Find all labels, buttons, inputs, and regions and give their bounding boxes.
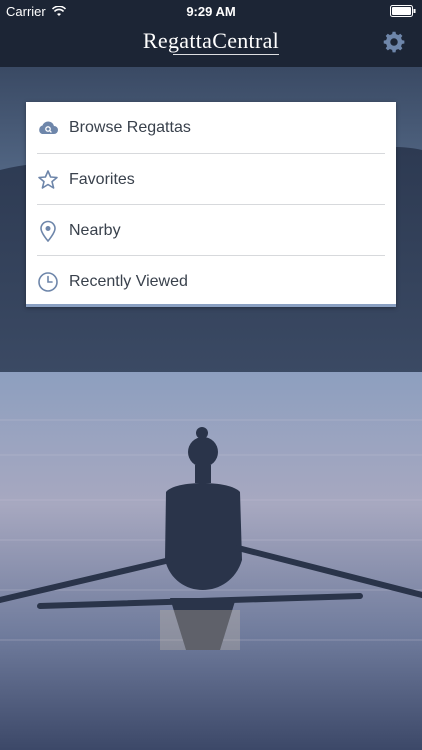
menu-item-recently-viewed[interactable]: Recently Viewed	[26, 256, 396, 307]
status-time: 9:29 AM	[186, 4, 236, 19]
status-bar: Carrier 9:29 AM	[0, 0, 422, 22]
star-icon	[37, 169, 59, 191]
battery-icon	[390, 5, 416, 17]
menu-item-label: Recently Viewed	[69, 272, 188, 290]
main-menu: Browse Regattas Favorites Nearby Recentl…	[26, 102, 396, 307]
app-logo: RegattaCentral	[0, 28, 422, 57]
menu-item-nearby[interactable]: Nearby	[26, 205, 396, 256]
app-screen: Carrier 9:29 AM RegattaCentral Browse Re…	[0, 0, 422, 750]
menu-item-label: Favorites	[69, 170, 135, 188]
menu-item-favorites[interactable]: Favorites	[26, 154, 396, 205]
gear-icon[interactable]	[380, 28, 408, 56]
cloud-search-icon	[37, 117, 59, 139]
navigation-bar: RegattaCentral	[0, 22, 422, 67]
map-pin-icon	[37, 220, 59, 242]
clock-icon	[37, 271, 59, 293]
top-bar: Carrier 9:29 AM RegattaCentral	[0, 0, 422, 67]
menu-item-label: Nearby	[69, 221, 121, 239]
menu-item-browse-regattas[interactable]: Browse Regattas	[26, 102, 396, 153]
menu-item-label: Browse Regattas	[69, 118, 191, 136]
